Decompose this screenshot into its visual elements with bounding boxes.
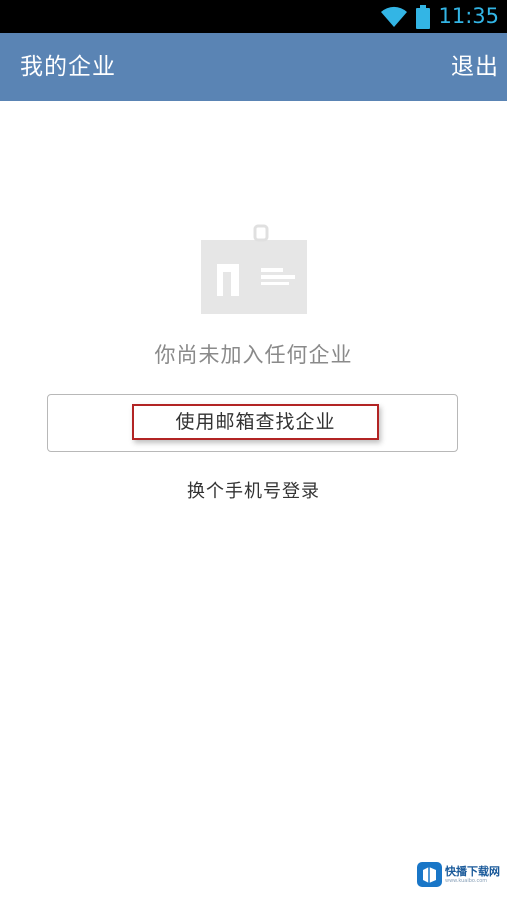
app-bar: 我的企业 退出: [0, 33, 507, 101]
logout-button[interactable]: 退出: [451, 33, 499, 101]
find-by-email-label[interactable]: 使用邮箱查找企业: [132, 404, 379, 440]
clock: 11:35: [438, 4, 499, 28]
watermark-text: 快播下载网: [445, 864, 500, 878]
id-badge-icon: [201, 224, 307, 314]
watermark-sub-text: www.kuaibo.com: [445, 877, 488, 884]
page-title: 我的企业: [20, 54, 116, 80]
watermark-text-group: 快播下载网 www.kuaibo.com: [445, 865, 500, 885]
switch-phone-link[interactable]: 换个手机号登录: [0, 476, 507, 508]
wifi-icon: [381, 6, 408, 27]
empty-message: 你尚未加入任何企业: [154, 343, 353, 367]
watermark: 快播下载网 www.kuaibo.com: [417, 862, 500, 887]
battery-icon: [416, 4, 431, 29]
watermark-logo-icon: [417, 862, 442, 887]
status-bar: 11:35: [0, 0, 507, 33]
status-icons: 11:35: [380, 0, 499, 33]
